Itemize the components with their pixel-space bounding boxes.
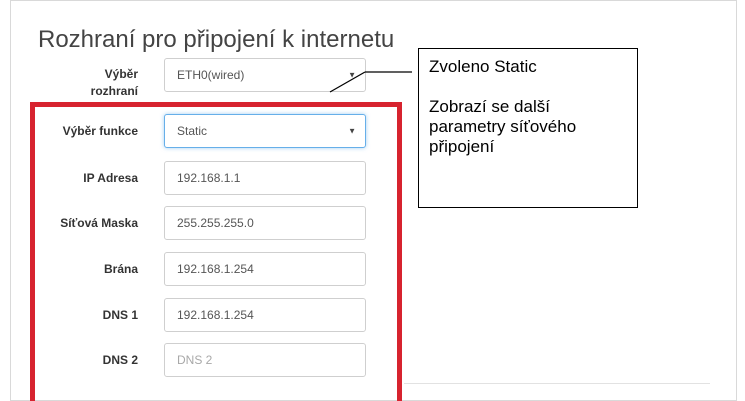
callout-line-1: Zvoleno Static xyxy=(429,57,537,76)
callout-box: Zvoleno Static Zobrazí se další parametr… xyxy=(418,48,638,208)
callout-line-2: Zobrazí se další parametry síťového přip… xyxy=(429,97,577,156)
